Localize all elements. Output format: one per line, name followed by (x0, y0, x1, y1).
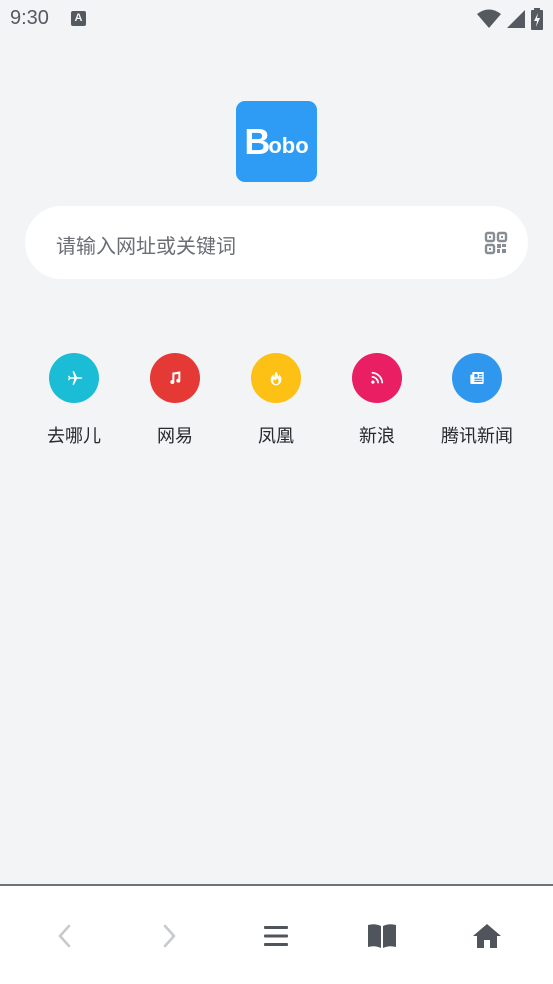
menu-button[interactable] (258, 918, 294, 954)
quick-link-qunar[interactable]: 去哪儿 (24, 352, 124, 448)
quick-link-tencent-news[interactable]: 腾讯新闻 (427, 352, 527, 448)
quick-link-163-badge[interactable] (150, 353, 200, 403)
chevron-left-icon (58, 924, 71, 948)
quick-link-label: 凤凰 (258, 426, 294, 447)
search-bar[interactable]: 请输入网址或关键词 (25, 206, 528, 279)
battery-charging-icon (531, 8, 543, 30)
status-time: 9:30 (10, 7, 49, 29)
quick-link-label: 网易 (157, 426, 193, 447)
chevron-right-icon (163, 924, 176, 948)
wifi-icon (477, 9, 501, 28)
logo-letter-b: B (244, 120, 270, 162)
quick-link-sina[interactable]: 新浪 (327, 352, 427, 448)
menu-icon (264, 926, 288, 946)
bookmarks-button[interactable] (364, 918, 400, 954)
airplane-icon (68, 371, 83, 385)
quick-link-ifeng[interactable]: 凤凰 (226, 352, 326, 448)
bottom-toolbar (0, 884, 553, 984)
logo-letters-rest: obo (268, 132, 309, 158)
forward-button[interactable] (151, 918, 187, 954)
search-input[interactable]: 请输入网址或关键词 (56, 230, 236, 259)
quick-link-163[interactable]: 网易 (125, 352, 225, 448)
status-icons (477, 8, 543, 30)
quick-link-label: 新浪 (359, 426, 395, 447)
home-button[interactable] (469, 918, 505, 954)
newspaper-icon (470, 372, 484, 384)
quick-link-label: 去哪儿 (47, 426, 101, 447)
back-button[interactable] (47, 918, 83, 954)
status-bar: 9:30 A (0, 0, 553, 40)
qr-code-icon[interactable] (484, 231, 508, 255)
quick-link-qunar-badge[interactable] (49, 353, 99, 403)
quick-links: 去哪儿 网易 凤凰 新浪 腾讯新闻 (24, 352, 529, 452)
quick-link-tencent-news-badge[interactable] (452, 353, 502, 403)
notification-a-icon: A (71, 11, 86, 26)
quick-link-ifeng-badge[interactable] (251, 353, 301, 403)
quick-link-label: 腾讯新闻 (441, 426, 513, 447)
bobo-logo: B obo (236, 101, 317, 182)
home-icon (473, 924, 501, 948)
cellular-signal-icon (507, 10, 525, 28)
rss-icon (371, 371, 384, 384)
book-icon (368, 924, 396, 948)
flame-icon (270, 371, 282, 386)
music-note-icon (170, 371, 181, 384)
quick-link-sina-badge[interactable] (352, 353, 402, 403)
